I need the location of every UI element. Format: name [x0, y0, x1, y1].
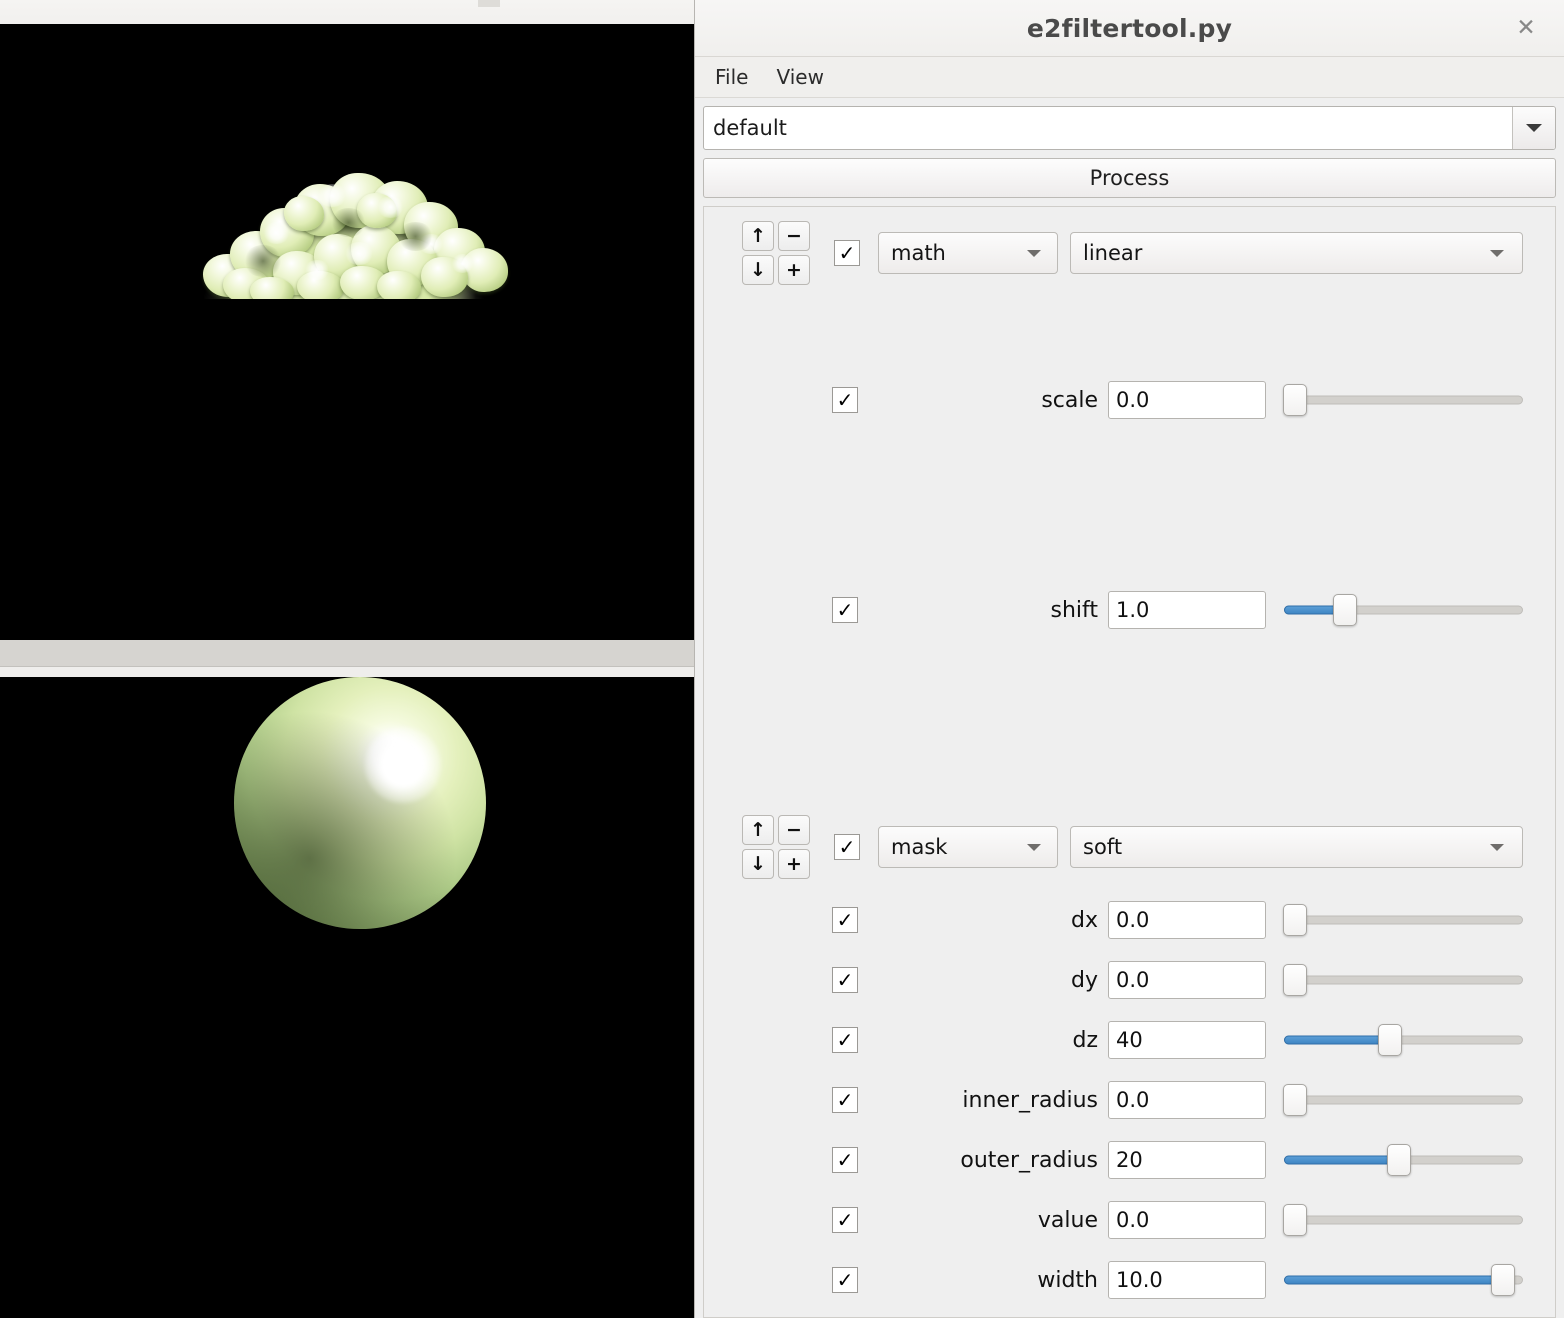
titlebar-nub — [478, 0, 500, 7]
filter-mode-combobox-mask[interactable]: soft — [1070, 826, 1523, 868]
param-slider-shift[interactable] — [1284, 591, 1523, 629]
param-slider-value[interactable] — [1283, 1201, 1523, 1239]
param-label-shift: shift — [1050, 597, 1098, 623]
param-label-inner-radius: inner_radius — [962, 1087, 1098, 1113]
chevron-down-icon — [1027, 843, 1041, 851]
shaded-sphere — [234, 677, 486, 929]
param-row-inner-radius: ✓ inner_radius 0.0 — [704, 1081, 1555, 1119]
filter-enable-checkbox-math[interactable]: ✓ — [834, 240, 860, 266]
param-checkbox-scale[interactable]: ✓ — [832, 387, 858, 413]
param-input-scale[interactable]: 0.0 — [1108, 381, 1266, 419]
param-checkbox-dx[interactable]: ✓ — [832, 907, 858, 933]
preset-row: default — [695, 98, 1564, 150]
chevron-down-icon — [1490, 249, 1504, 257]
preset-value: default — [713, 116, 787, 140]
filter-header-mask: ↑ − ↓ + ✓ mask soft — [704, 801, 1555, 879]
param-row-shift: ✓ shift 1.0 — [704, 591, 1555, 629]
param-checkbox-width[interactable]: ✓ — [832, 1267, 858, 1293]
dialog-title: e2filtertool.py — [1026, 13, 1233, 43]
param-checkbox-value[interactable]: ✓ — [832, 1207, 858, 1233]
menu-view[interactable]: View — [766, 61, 833, 93]
param-label-scale: scale — [1041, 387, 1098, 413]
filter-mode-value: soft — [1083, 835, 1123, 859]
close-icon[interactable]: ✕ — [1510, 12, 1542, 44]
param-label-dz: dz — [1072, 1027, 1098, 1053]
param-label-dy: dy — [1071, 967, 1098, 993]
move-down-button[interactable]: ↓ — [742, 255, 774, 285]
param-checkbox-shift[interactable]: ✓ — [832, 597, 858, 623]
param-row-dy: ✓ dy 0.0 — [704, 961, 1555, 999]
param-checkbox-dz[interactable]: ✓ — [832, 1027, 858, 1053]
dialog-titlebar[interactable]: e2filtertool.py ✕ — [695, 0, 1564, 57]
preset-combobox[interactable]: default — [703, 106, 1556, 150]
param-input-dy[interactable]: 0.0 — [1108, 961, 1266, 999]
param-slider-width[interactable] — [1284, 1261, 1523, 1299]
param-input-inner-radius[interactable]: 0.0 — [1108, 1081, 1266, 1119]
viewer-splitter-shadow — [0, 667, 694, 677]
param-label-width: width — [1037, 1267, 1098, 1293]
param-slider-scale[interactable] — [1283, 381, 1523, 419]
param-row-dx: ✓ dx 0.0 — [704, 901, 1555, 939]
filter-header-math: ↑ − ↓ + ✓ math linear — [704, 207, 1555, 285]
param-row-scale: ✓ scale 0.0 — [704, 381, 1555, 419]
param-checkbox-dy[interactable]: ✓ — [832, 967, 858, 993]
remove-filter-button[interactable]: − — [778, 815, 810, 845]
sphere-window — [0, 677, 694, 1318]
filter-move-pad-mask: ↑ − ↓ + — [742, 815, 812, 879]
filter-list: ↑ − ↓ + ✓ math linear ✓ scale 0.0 ✓ shif… — [704, 207, 1555, 1299]
filter-type-value: math — [891, 241, 946, 265]
menu-file[interactable]: File — [705, 61, 758, 93]
param-checkbox-outer-radius[interactable]: ✓ — [832, 1147, 858, 1173]
param-row-width: ✓ width 10.0 — [704, 1261, 1555, 1299]
filter-mode-combobox-math[interactable]: linear — [1070, 232, 1523, 274]
chevron-down-icon — [1526, 124, 1542, 132]
isosurface-canvas[interactable] — [0, 24, 694, 640]
param-input-shift[interactable]: 1.0 — [1108, 591, 1266, 629]
filter-type-value: mask — [891, 835, 948, 859]
noisy-blob-isosurface — [173, 164, 528, 315]
move-up-button[interactable]: ↑ — [742, 221, 774, 251]
filter-move-pad-math: ↑ − ↓ + — [742, 221, 812, 285]
filter-list-frame: ↑ − ↓ + ✓ math linear ✓ scale 0.0 ✓ shif… — [703, 206, 1556, 1318]
viewer-stack — [0, 0, 694, 1318]
param-slider-inner-radius[interactable] — [1283, 1081, 1523, 1119]
add-filter-button[interactable]: + — [778, 255, 810, 285]
filter-mode-value: linear — [1083, 241, 1143, 265]
move-down-button[interactable]: ↓ — [742, 849, 774, 879]
param-slider-dy[interactable] — [1283, 961, 1523, 999]
param-input-value[interactable]: 0.0 — [1108, 1201, 1266, 1239]
param-input-dx[interactable]: 0.0 — [1108, 901, 1266, 939]
preset-dropdown-button[interactable] — [1512, 107, 1555, 149]
chevron-down-icon — [1027, 249, 1041, 257]
process-row: Process — [695, 150, 1564, 206]
chevron-down-icon — [1490, 843, 1504, 851]
param-label-dx: dx — [1071, 907, 1098, 933]
isosurface-window-titlebar[interactable] — [0, 0, 694, 25]
menubar: File View — [695, 57, 1564, 98]
param-input-width[interactable]: 10.0 — [1108, 1261, 1266, 1299]
filter-type-combobox-math[interactable]: math — [878, 232, 1058, 274]
filter-enable-checkbox-mask[interactable]: ✓ — [834, 834, 860, 860]
filtertool-dialog: e2filtertool.py ✕ File View default Proc… — [694, 0, 1564, 1318]
param-row-dz: ✓ dz 40 — [704, 1021, 1555, 1059]
filter-type-combobox-mask[interactable]: mask — [878, 826, 1058, 868]
add-filter-button[interactable]: + — [778, 849, 810, 879]
remove-filter-button[interactable]: − — [778, 221, 810, 251]
param-label-outer-radius: outer_radius — [960, 1147, 1098, 1173]
param-checkbox-inner-radius[interactable]: ✓ — [832, 1087, 858, 1113]
move-up-button[interactable]: ↑ — [742, 815, 774, 845]
param-slider-outer-radius[interactable] — [1284, 1141, 1523, 1179]
param-row-value: ✓ value 0.0 — [704, 1201, 1555, 1239]
process-button[interactable]: Process — [703, 158, 1556, 198]
param-input-dz[interactable]: 40 — [1108, 1021, 1266, 1059]
param-label-value: value — [1037, 1207, 1098, 1233]
param-slider-dz[interactable] — [1284, 1021, 1523, 1059]
param-row-outer-radius: ✓ outer_radius 20 — [704, 1141, 1555, 1179]
param-slider-dx[interactable] — [1283, 901, 1523, 939]
param-input-outer-radius[interactable]: 20 — [1108, 1141, 1266, 1179]
isosurface-window — [0, 0, 694, 640]
sphere-canvas[interactable] — [0, 677, 694, 1318]
viewer-splitter[interactable] — [0, 640, 694, 667]
